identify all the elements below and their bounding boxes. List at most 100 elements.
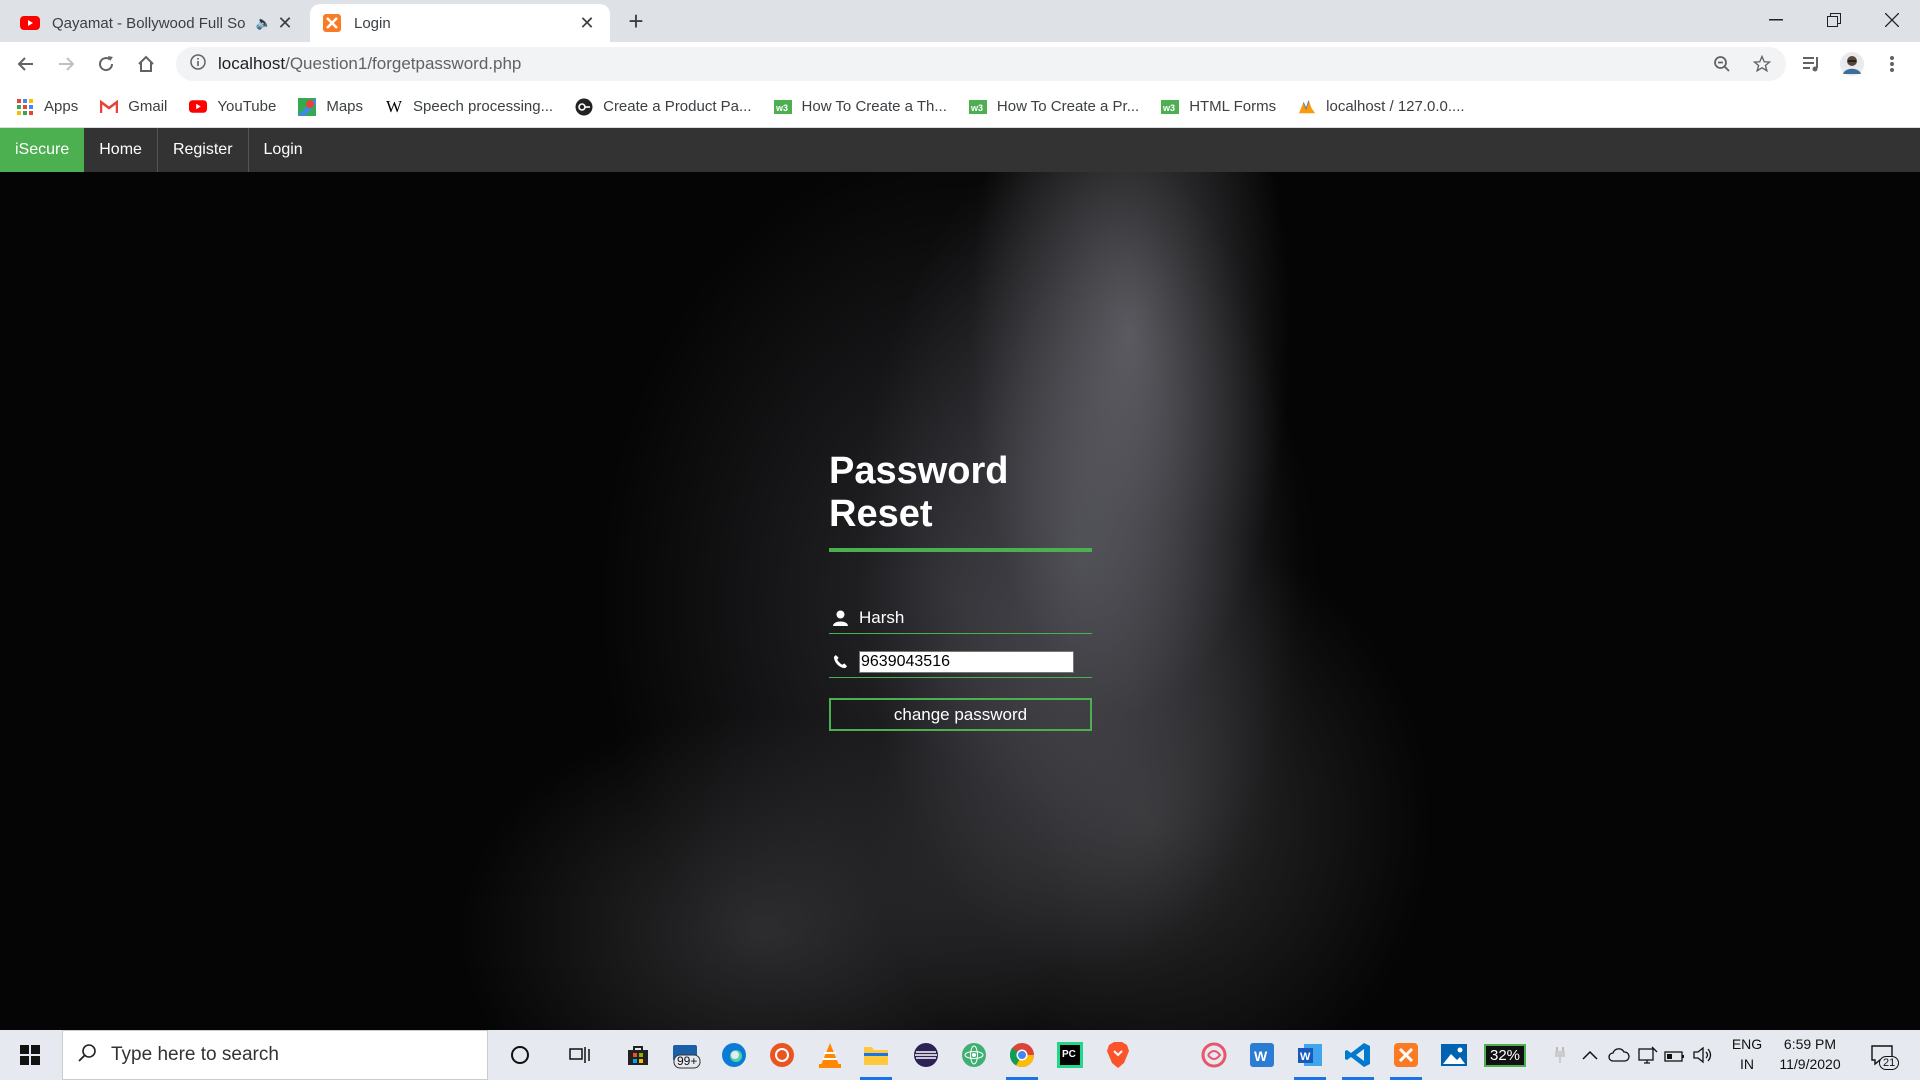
media-control-icon[interactable] — [1796, 48, 1828, 80]
bookmark-label: Apps — [44, 98, 79, 115]
url-path: /Question1/forgetpassword.php — [285, 54, 522, 73]
restore-button[interactable] — [1806, 0, 1862, 40]
photos-icon[interactable] — [1436, 1037, 1472, 1073]
tab-login[interactable]: Login ✕ — [310, 4, 610, 42]
bookmark-label: How To Create a Th... — [801, 98, 947, 115]
w3schools-icon: w3 — [968, 98, 987, 116]
gmail-icon — [100, 98, 119, 116]
mail-badge: 99+ — [677, 1054, 698, 1068]
change-password-button[interactable]: change password — [829, 698, 1092, 731]
nav-login[interactable]: Login — [249, 128, 318, 172]
close-icon[interactable]: ✕ — [576, 13, 598, 34]
cortana-icon[interactable] — [502, 1037, 538, 1073]
minimize-button[interactable] — [1748, 0, 1804, 40]
xampp-icon[interactable] — [1388, 1037, 1424, 1080]
bookmark-product-page[interactable]: Create a Product Pa... — [575, 98, 752, 116]
menu-kebab-icon[interactable] — [1876, 48, 1908, 80]
battery-percent: 32% — [1484, 1043, 1527, 1067]
address-bar[interactable]: localhost/Question1/forgetpassword.php — [176, 47, 1786, 81]
speaker-icon[interactable]: 🔈 — [254, 15, 274, 31]
profile-avatar[interactable] — [1836, 48, 1868, 80]
phpmyadmin-icon — [1298, 98, 1316, 116]
close-icon[interactable]: ✕ — [274, 13, 296, 34]
bookmark-label: Maps — [326, 98, 364, 115]
network-icon[interactable] — [1638, 1030, 1658, 1080]
info-icon[interactable] — [190, 53, 206, 75]
word-online-icon[interactable]: W — [1244, 1037, 1280, 1073]
clock-time: 6:59 PM — [1783, 1036, 1837, 1052]
word-icon[interactable]: W — [1292, 1037, 1328, 1080]
brave-icon[interactable] — [1100, 1037, 1136, 1073]
atom-icon[interactable] — [956, 1037, 992, 1073]
vlc-icon[interactable] — [812, 1037, 848, 1073]
xampp-icon — [322, 13, 342, 33]
system-clock[interactable]: 6:59 PM 11/9/2020 — [1760, 1034, 1860, 1074]
mail-icon[interactable]: 99+ — [668, 1037, 704, 1073]
tab-youtube[interactable]: Qayamat - Bollywood Full So 🔈 ✕ — [8, 4, 308, 42]
svg-text:W: W — [1254, 1048, 1268, 1064]
tab-title: Qayamat - Bollywood Full So — [52, 14, 246, 32]
username-value: Harsh — [859, 607, 905, 627]
youtube-icon — [189, 98, 208, 116]
back-button[interactable] — [10, 48, 42, 80]
battery-indicator[interactable]: 32% — [1484, 1030, 1527, 1080]
reload-button[interactable] — [90, 48, 122, 80]
bookmark-label: How To Create a Pr... — [996, 98, 1140, 115]
youtube-icon — [20, 13, 40, 33]
eclipse-icon[interactable] — [908, 1037, 944, 1073]
bookmark-speech[interactable]: W Speech processing... — [385, 96, 554, 116]
vscode-icon[interactable] — [1340, 1037, 1376, 1080]
nav-register[interactable]: Register — [158, 128, 249, 172]
chevron-up-icon[interactable] — [1582, 1030, 1598, 1080]
bookmark-label: Speech processing... — [413, 98, 554, 115]
notification-center-icon[interactable]: 21 — [1864, 1037, 1900, 1073]
pycharm-icon[interactable]: PC — [1052, 1037, 1088, 1073]
maps-icon — [298, 97, 317, 116]
wikipedia-icon: W — [385, 96, 403, 116]
svg-text:w3: w3 — [1162, 103, 1175, 113]
taskbar-search-box[interactable]: Type here to search — [62, 1030, 488, 1080]
nav-brand-isecure[interactable]: iSecure — [0, 128, 85, 172]
username-field[interactable]: Harsh — [829, 602, 1092, 634]
edge-icon[interactable] — [716, 1037, 752, 1073]
bookmark-maps[interactable]: Maps — [298, 97, 364, 116]
plug-icon[interactable] — [1554, 1030, 1566, 1080]
bookmark-html-forms[interactable]: w3 HTML Forms — [1161, 98, 1276, 116]
volume-icon[interactable] — [1692, 1030, 1714, 1080]
store-icon[interactable] — [620, 1037, 656, 1073]
forward-button[interactable] — [50, 48, 82, 80]
bookmark-apps[interactable]: Apps — [16, 98, 78, 116]
bookmarks-bar: Apps Gmail YouTube Maps W Speech process… — [0, 86, 1920, 128]
windows-taskbar: Type here to search 99+ PC W W 32% ENG I… — [0, 1030, 1920, 1080]
heading-underline — [829, 548, 1092, 552]
chrome-icon[interactable] — [1004, 1037, 1040, 1080]
task-view-icon[interactable] — [562, 1037, 598, 1073]
search-icon — [77, 1043, 97, 1068]
phone-icon — [829, 654, 859, 669]
home-button[interactable] — [130, 48, 162, 80]
affinity-icon[interactable] — [1196, 1037, 1232, 1073]
language-indicator[interactable]: ENG IN — [1730, 1034, 1764, 1074]
browser-tab-strip: Qayamat - Bollywood Full So 🔈 ✕ Login ✕ … — [0, 0, 1920, 42]
phone-input[interactable] — [859, 650, 1074, 673]
onedrive-icon[interactable] — [1608, 1030, 1630, 1080]
bookmark-star-icon[interactable] — [1746, 48, 1778, 80]
bookmark-how-to-1[interactable]: w3 How To Create a Th... — [773, 98, 947, 116]
bookmark-how-to-2[interactable]: w3 How To Create a Pr... — [968, 98, 1140, 116]
file-explorer-icon[interactable] — [858, 1037, 894, 1080]
language-top: ENG — [1731, 1036, 1763, 1052]
nav-home[interactable]: Home — [84, 128, 158, 172]
ubuntu-icon[interactable] — [764, 1037, 800, 1073]
tab-title: Login — [354, 14, 391, 32]
svg-text:PC: PC — [1062, 1049, 1076, 1060]
bookmark-youtube[interactable]: YouTube — [189, 98, 276, 116]
phone-field — [829, 646, 1092, 678]
start-button[interactable] — [0, 1030, 60, 1080]
bookmark-label: HTML Forms — [1189, 98, 1277, 115]
close-window-button[interactable] — [1864, 0, 1920, 40]
battery-icon[interactable] — [1664, 1030, 1686, 1080]
bookmark-gmail[interactable]: Gmail — [100, 98, 167, 116]
zoom-icon[interactable] — [1706, 48, 1738, 80]
bookmark-phpmyadmin[interactable]: localhost / 127.0.0.... — [1298, 98, 1465, 116]
new-tab-button[interactable]: + — [620, 6, 652, 38]
